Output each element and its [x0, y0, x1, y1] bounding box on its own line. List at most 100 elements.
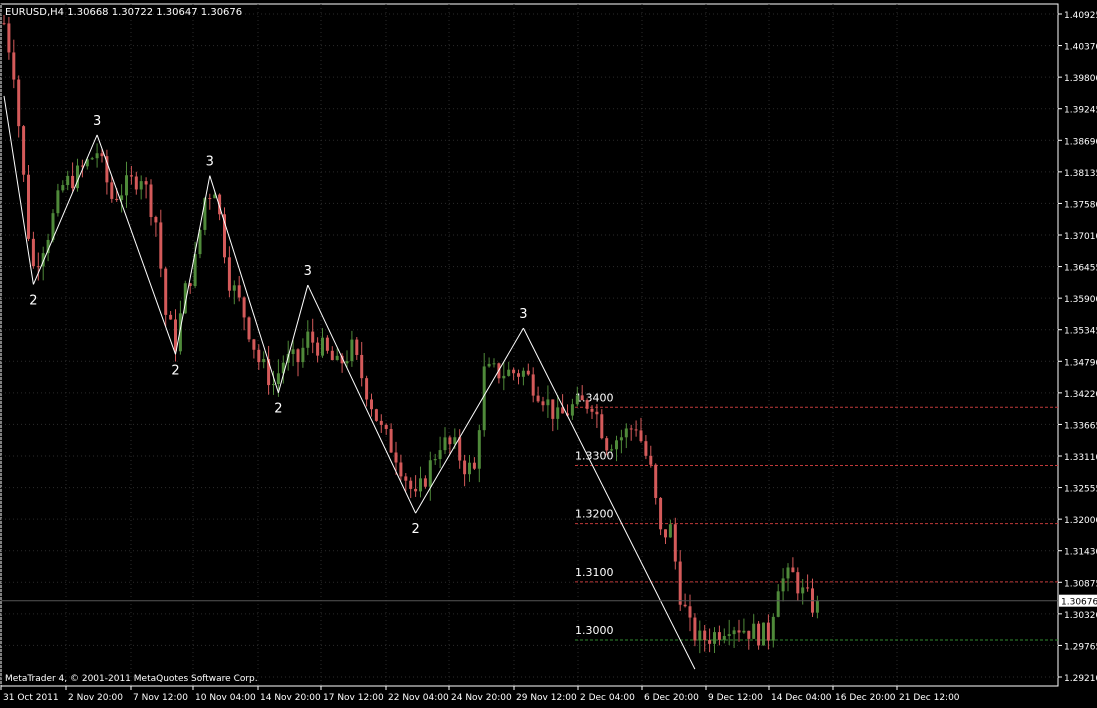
candle-body	[262, 359, 266, 363]
y-tick-label: 1.34790	[1064, 358, 1097, 368]
x-tick-label: 2 Nov 20:00	[68, 693, 123, 703]
candle-body	[595, 411, 599, 415]
candle-body	[71, 175, 75, 189]
candle-body	[458, 437, 462, 461]
candle-body	[482, 366, 486, 431]
candle-body	[727, 634, 731, 636]
candle-body	[374, 409, 378, 421]
candles	[2, 15, 819, 654]
candle-body	[31, 238, 35, 267]
candle-body	[815, 600, 819, 613]
y-tick-label: 1.35900	[1064, 295, 1097, 305]
x-tick-label: 6 Dec 20:00	[644, 693, 699, 703]
candle-body	[600, 414, 604, 439]
wave-label: 2	[171, 363, 179, 378]
y-tick-label: 1.37010	[1064, 232, 1097, 242]
x-tick-label: 21 Dec 12:00	[899, 693, 960, 703]
candle-body	[394, 452, 398, 463]
candle-body	[22, 126, 26, 175]
wave-label: 3	[304, 264, 312, 279]
y-tick-label: 1.32000	[1064, 516, 1097, 526]
candle-body	[752, 623, 756, 639]
candle-body	[521, 370, 525, 377]
candle-body	[762, 622, 765, 646]
x-tick-label: 16 Dec 20:00	[835, 693, 896, 703]
chart-symbol-header: EURUSD,H4 1.30668 1.30722 1.30647 1.3067…	[5, 7, 242, 18]
candle-body	[438, 450, 442, 460]
candle-body	[644, 441, 648, 456]
wave-label: 2	[274, 402, 282, 417]
candle-body	[717, 632, 721, 640]
candle-body	[389, 428, 393, 453]
candle-body	[311, 331, 315, 343]
candle-body	[472, 462, 476, 469]
candle-body	[698, 630, 702, 641]
candle-body	[325, 337, 329, 351]
candle-body	[301, 347, 305, 363]
candle-body	[526, 370, 530, 375]
candle-body	[154, 217, 158, 223]
candle-body	[796, 572, 800, 594]
candle-body	[276, 373, 280, 385]
candle-body	[463, 460, 467, 475]
y-tick-label: 1.33665	[1064, 421, 1097, 431]
candle-body	[247, 317, 251, 340]
candle-body	[556, 407, 560, 419]
x-tick-label: 14 Nov 20:00	[260, 693, 321, 703]
x-tick-label: 9 Dec 12:00	[708, 693, 763, 703]
candle-body	[688, 606, 692, 618]
price-level-label: 1.3200	[575, 508, 614, 521]
y-tick-label: 1.35345	[1064, 327, 1097, 337]
candle-body	[541, 401, 545, 406]
candle-body	[610, 449, 614, 451]
candle-body	[624, 428, 628, 438]
chart-svg: 1.40925 1.40370 1.39800 1.39245 1.38690 1.381…	[0, 3, 1097, 703]
price-level-label: 1.3300	[575, 449, 614, 462]
candle-body	[585, 400, 589, 409]
candle-body	[252, 339, 256, 350]
wave-segment	[209, 175, 279, 393]
candle-body	[345, 361, 349, 364]
candle-body	[531, 374, 535, 396]
candle-body	[678, 561, 682, 605]
candle-body	[12, 52, 16, 80]
candle-body	[801, 587, 805, 594]
candle-body	[164, 268, 168, 315]
candle-body	[477, 430, 481, 469]
candle-body	[766, 622, 770, 641]
candle-body	[806, 587, 810, 589]
wave-segment	[415, 327, 524, 514]
candle-body	[428, 460, 432, 487]
candle-body	[115, 198, 119, 201]
wave-segment	[96, 134, 176, 355]
y-tick-label: 1.37580	[1064, 200, 1097, 210]
candle-body	[149, 184, 153, 218]
candle-body	[551, 399, 555, 419]
price-chart[interactable]: 1.40925 1.40370 1.39800 1.39245 1.38690 1.381…	[0, 0, 1097, 704]
candle-body	[61, 185, 65, 191]
candle-body	[713, 632, 716, 644]
candle-body	[95, 153, 99, 159]
candle-body	[208, 198, 212, 200]
price-level-label: 1.3100	[575, 566, 614, 579]
wave-label: 2	[411, 522, 419, 537]
candle-body	[134, 176, 138, 190]
wave-segment	[175, 175, 211, 355]
y-tick-label: 1.29210	[1064, 674, 1097, 684]
candle-body	[423, 478, 427, 487]
candle-body	[747, 630, 751, 639]
x-axis: 31 Oct 2011 2 Nov 20:00 7 Nov 12:00 10 Nov …	[0, 686, 960, 703]
candle-body	[487, 363, 491, 367]
wave-segment	[307, 284, 417, 514]
candle-body	[2, 23, 6, 25]
y-tick-label: 1.40370	[1064, 43, 1097, 53]
candle-body	[272, 384, 275, 386]
candle-body	[742, 630, 746, 633]
candle-body	[502, 375, 506, 379]
y-tick-label: 1.39245	[1064, 106, 1097, 116]
y-tick-label: 1.40925	[1064, 11, 1097, 21]
candle-body	[492, 363, 496, 365]
candle-body	[90, 158, 94, 160]
x-tick-label: 31 Oct 2011	[3, 693, 59, 703]
y-tick-label: 1.30320	[1064, 611, 1097, 621]
